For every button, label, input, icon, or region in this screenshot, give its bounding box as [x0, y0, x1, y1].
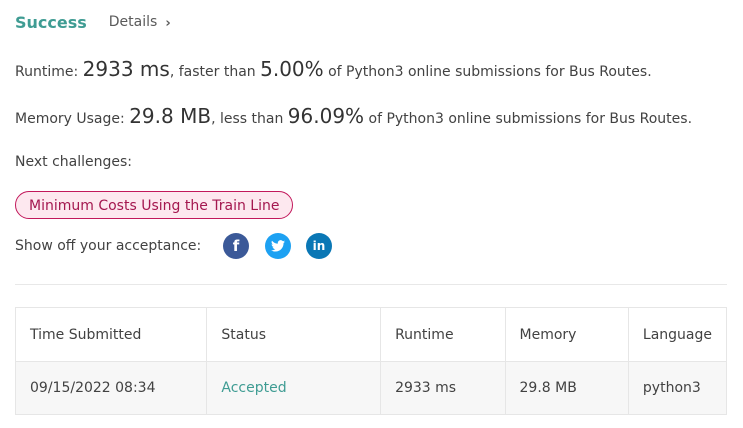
memory-stat: Memory Usage: 29.8 MB, less than 96.09% … [15, 104, 692, 128]
share-label: Show off your acceptance: [15, 238, 202, 254]
linkedin-icon[interactable]: in [306, 233, 332, 259]
col-header-time-submitted[interactable]: Time Submitted [14, 307, 208, 362]
col-header-memory[interactable]: Memory [504, 307, 629, 362]
result-header: Success Details › [15, 10, 171, 34]
col-header-status[interactable]: Status [206, 307, 382, 362]
memory-comparison: , less than [211, 111, 284, 127]
divider [15, 284, 727, 285]
details-label: Details [108, 14, 158, 30]
runtime-value: 2933 ms [82, 57, 170, 81]
twitter-icon[interactable] [265, 233, 291, 259]
next-challenges-label: Next challenges: [15, 154, 132, 170]
table-row: 09/15/2022 08:34 Accepted 2933 ms 29.8 M… [14, 361, 728, 415]
challenge-link[interactable]: Minimum Costs Using the Train Line [15, 191, 294, 219]
cell-status-link[interactable]: Accepted [206, 361, 382, 415]
runtime-comparison: , faster than [169, 64, 256, 80]
linkedin-glyph: in [312, 239, 326, 253]
memory-percent: 96.09% [287, 104, 365, 128]
submissions-table: Time Submitted Status Runtime Memory Lan… [14, 307, 728, 415]
runtime-label: Runtime: [15, 64, 79, 80]
runtime-suffix: of Python3 online submissions for Bus Ro… [328, 64, 652, 80]
runtime-percent: 5.00% [260, 57, 324, 81]
memory-label: Memory Usage: [15, 111, 125, 127]
chevron-right-icon: › [165, 15, 171, 31]
facebook-icon[interactable]: f [223, 233, 249, 259]
memory-suffix: of Python3 online submissions for Bus Ro… [368, 111, 693, 127]
cell-time-submitted: 09/15/2022 08:34 [14, 361, 208, 415]
facebook-glyph: f [232, 237, 240, 255]
success-title: Success [15, 12, 87, 32]
cell-runtime: 2933 ms [380, 361, 506, 415]
col-header-language[interactable]: Language [627, 307, 728, 362]
twitter-bird-glyph [271, 240, 285, 252]
runtime-stat: Runtime: 2933 ms, faster than 5.00% of P… [15, 57, 652, 81]
memory-value: 29.8 MB [129, 104, 212, 128]
details-link[interactable]: Details › [108, 14, 171, 31]
cell-memory: 29.8 MB [504, 361, 629, 415]
col-header-runtime[interactable]: Runtime [380, 307, 506, 362]
table-header-row: Time Submitted Status Runtime Memory Lan… [14, 307, 728, 362]
cell-language: python3 [627, 361, 728, 415]
